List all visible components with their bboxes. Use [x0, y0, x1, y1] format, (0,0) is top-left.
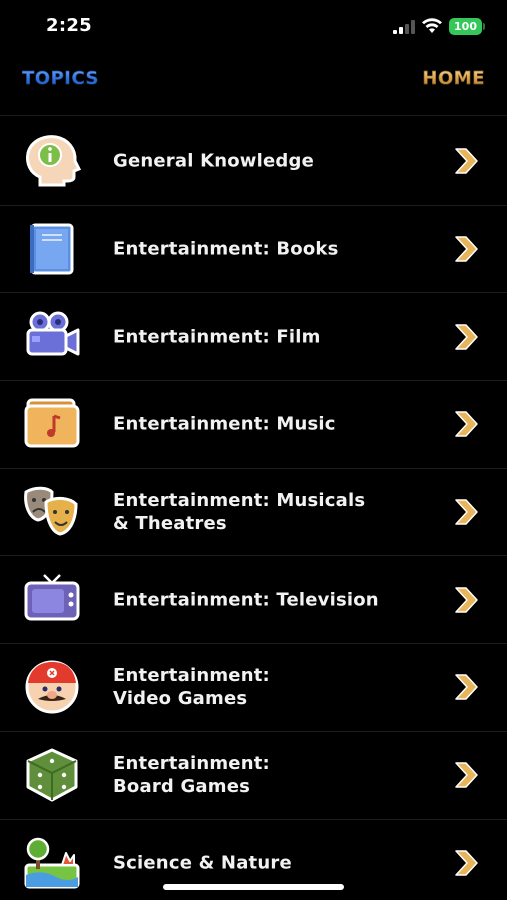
- chevron-right-icon[interactable]: [452, 497, 480, 527]
- topic-label: Entertainment: Film: [113, 326, 321, 348]
- music-folder-icon: [24, 398, 80, 448]
- film-camera-icon: [26, 311, 80, 356]
- status-time: 2:25: [46, 15, 92, 36]
- topic-label: Entertainment: Music: [113, 413, 336, 435]
- chevron-right-icon[interactable]: [452, 672, 480, 702]
- battery-level: 100: [454, 20, 477, 33]
- theatre-masks-icon: [24, 486, 78, 536]
- topic-label: Entertainment: Musicals & Theatres: [113, 490, 366, 535]
- topic-row-television[interactable]: Entertainment: Television: [0, 556, 507, 645]
- chevron-right-icon[interactable]: [452, 322, 480, 352]
- book-icon: [30, 223, 74, 275]
- topic-label: Entertainment: Board Games: [113, 753, 270, 798]
- chevron-right-icon[interactable]: [452, 585, 480, 615]
- topic-row-video-games[interactable]: Entertainment: Video Games: [0, 644, 507, 732]
- topic-row-books[interactable]: Entertainment: Books: [0, 206, 507, 294]
- head-info-icon: [26, 135, 82, 187]
- chevron-right-icon[interactable]: [452, 146, 480, 176]
- topic-label: Entertainment: Books: [113, 238, 339, 260]
- topic-label: Science & Nature: [113, 852, 292, 874]
- nature-icon: [24, 837, 80, 888]
- topic-label: Entertainment: Television: [113, 589, 379, 611]
- topics-title[interactable]: TOPICS: [22, 68, 99, 89]
- dice-icon: [26, 748, 78, 802]
- chevron-right-icon[interactable]: [452, 760, 480, 790]
- chevron-right-icon[interactable]: [452, 234, 480, 264]
- topic-list: General Knowledge Entertainment: Books E…: [0, 118, 507, 900]
- status-bar: 2:25 100: [0, 0, 507, 54]
- home-indicator[interactable]: [163, 884, 344, 890]
- home-button[interactable]: HOME: [422, 68, 485, 89]
- television-icon: [24, 574, 80, 621]
- battery-icon: 100: [449, 18, 485, 35]
- topic-row-general-knowledge[interactable]: General Knowledge: [0, 118, 507, 206]
- chevron-right-icon[interactable]: [452, 409, 480, 439]
- nav-header: TOPICS HOME: [0, 54, 507, 116]
- topic-label: General Knowledge: [113, 150, 314, 172]
- wifi-icon: [422, 18, 442, 33]
- topic-label: Entertainment: Video Games: [113, 665, 270, 710]
- chevron-right-icon[interactable]: [452, 848, 480, 878]
- topic-row-board-games[interactable]: Entertainment: Board Games: [0, 732, 507, 820]
- topic-row-musicals-theatres[interactable]: Entertainment: Musicals & Theatres: [0, 469, 507, 557]
- topic-row-film[interactable]: Entertainment: Film: [0, 293, 507, 382]
- topic-row-music[interactable]: Entertainment: Music: [0, 381, 507, 469]
- mario-icon: [25, 660, 79, 714]
- cellular-signal-icon: [393, 20, 415, 34]
